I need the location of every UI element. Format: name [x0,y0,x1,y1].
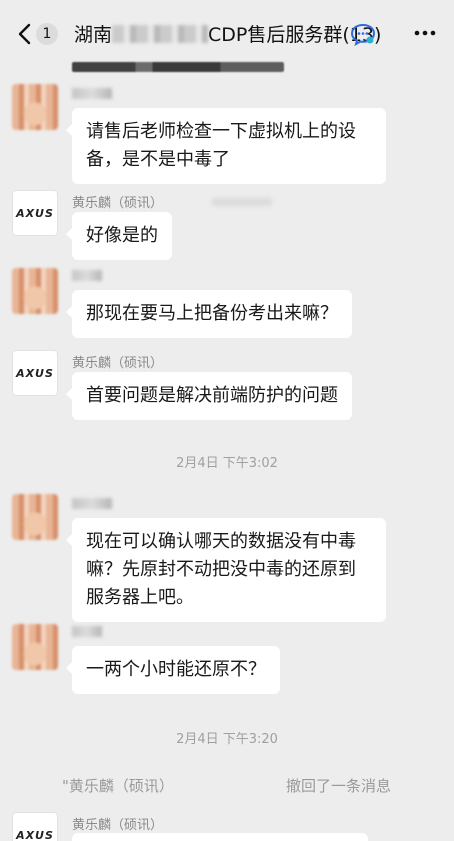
message-text-line: 请售后老师检查一下虚拟机上的设 [86,121,356,142]
redacted-sender [72,88,112,99]
sender-name [72,498,112,513]
sender-name [72,88,112,103]
message-bubble[interactable]: 现在可以确认哪天的数据没有中毒 嘛？先原封不动把没中毒的还原到 服务器上吧。 [66,518,386,622]
redacted-sender [72,498,112,509]
avatar[interactable] [12,624,58,670]
chat-bubble-icon[interactable] [350,22,376,46]
message-text-line: 服务器上吧。 [86,587,194,608]
chat-title: 湖南 CDP售后服务群(13) [74,20,381,47]
message-bubble[interactable] [72,833,368,841]
message-text-line: 现在可以确认哪天的数据没有中毒 [86,531,356,552]
timestamp: 2月4日 下午3:02 [176,456,278,471]
top-bar: 1 湖南 CDP售后服务群(13) [0,0,454,66]
message-text: 首要问题是解决前端防护的问题 [86,385,338,406]
redacted-screenshot-strip [72,62,284,72]
chevron-left-icon[interactable] [14,22,36,46]
message-text: 那现在要马上把备份考出来嘛？ [86,303,338,324]
message-bubble[interactable]: 好像是的 [66,212,172,260]
message-bubble[interactable]: 一两个小时能还原不？ [66,646,280,694]
avatar[interactable]: AXUS [12,812,58,841]
message-bubble[interactable]: 请售后老师检查一下虚拟机上的设 备，是不是中毒了 [66,108,386,184]
sender-name: 黄乐麟（硕讯） [72,356,164,371]
axus-logo: AXUS [16,366,54,380]
sender-name: 黄乐麟（硕讯） [72,196,164,211]
avatar[interactable]: AXUS [12,350,58,396]
avatar[interactable] [12,268,58,314]
message-bubble[interactable]: 首要问题是解决前端防护的问题 [66,372,352,420]
chat-title-prefix: 湖南 [74,24,113,46]
axus-logo: AXUS [16,828,54,841]
axus-logo: AXUS [16,206,54,220]
recall-sender: "黄乐麟（硕讯） [62,777,174,795]
message-text: 一两个小时能还原不？ [86,659,266,680]
sender-name [72,626,102,641]
sender-name [72,270,102,285]
redacted-sender [72,270,102,281]
more-dots-icon[interactable] [414,24,436,42]
redacted-sender [72,626,102,637]
redacted-title-part [112,25,209,43]
avatar[interactable] [12,84,58,130]
message-text: 好像是的 [86,225,158,246]
faint-redaction [212,198,272,206]
message-bubble[interactable]: 那现在要马上把备份考出来嘛？ [66,290,352,338]
unread-count-badge[interactable]: 1 [36,23,58,45]
sender-name: 黄乐麟（硕讯） [72,818,164,833]
message-text-line: 嘛？先原封不动把没中毒的还原到 [86,559,356,580]
timestamp: 2月4日 下午3:20 [176,732,278,747]
avatar[interactable] [12,494,58,540]
message-text-line: 备，是不是中毒了 [86,149,230,170]
avatar[interactable]: AXUS [12,190,58,236]
recall-text: 撤回了一条消息 [286,777,392,795]
